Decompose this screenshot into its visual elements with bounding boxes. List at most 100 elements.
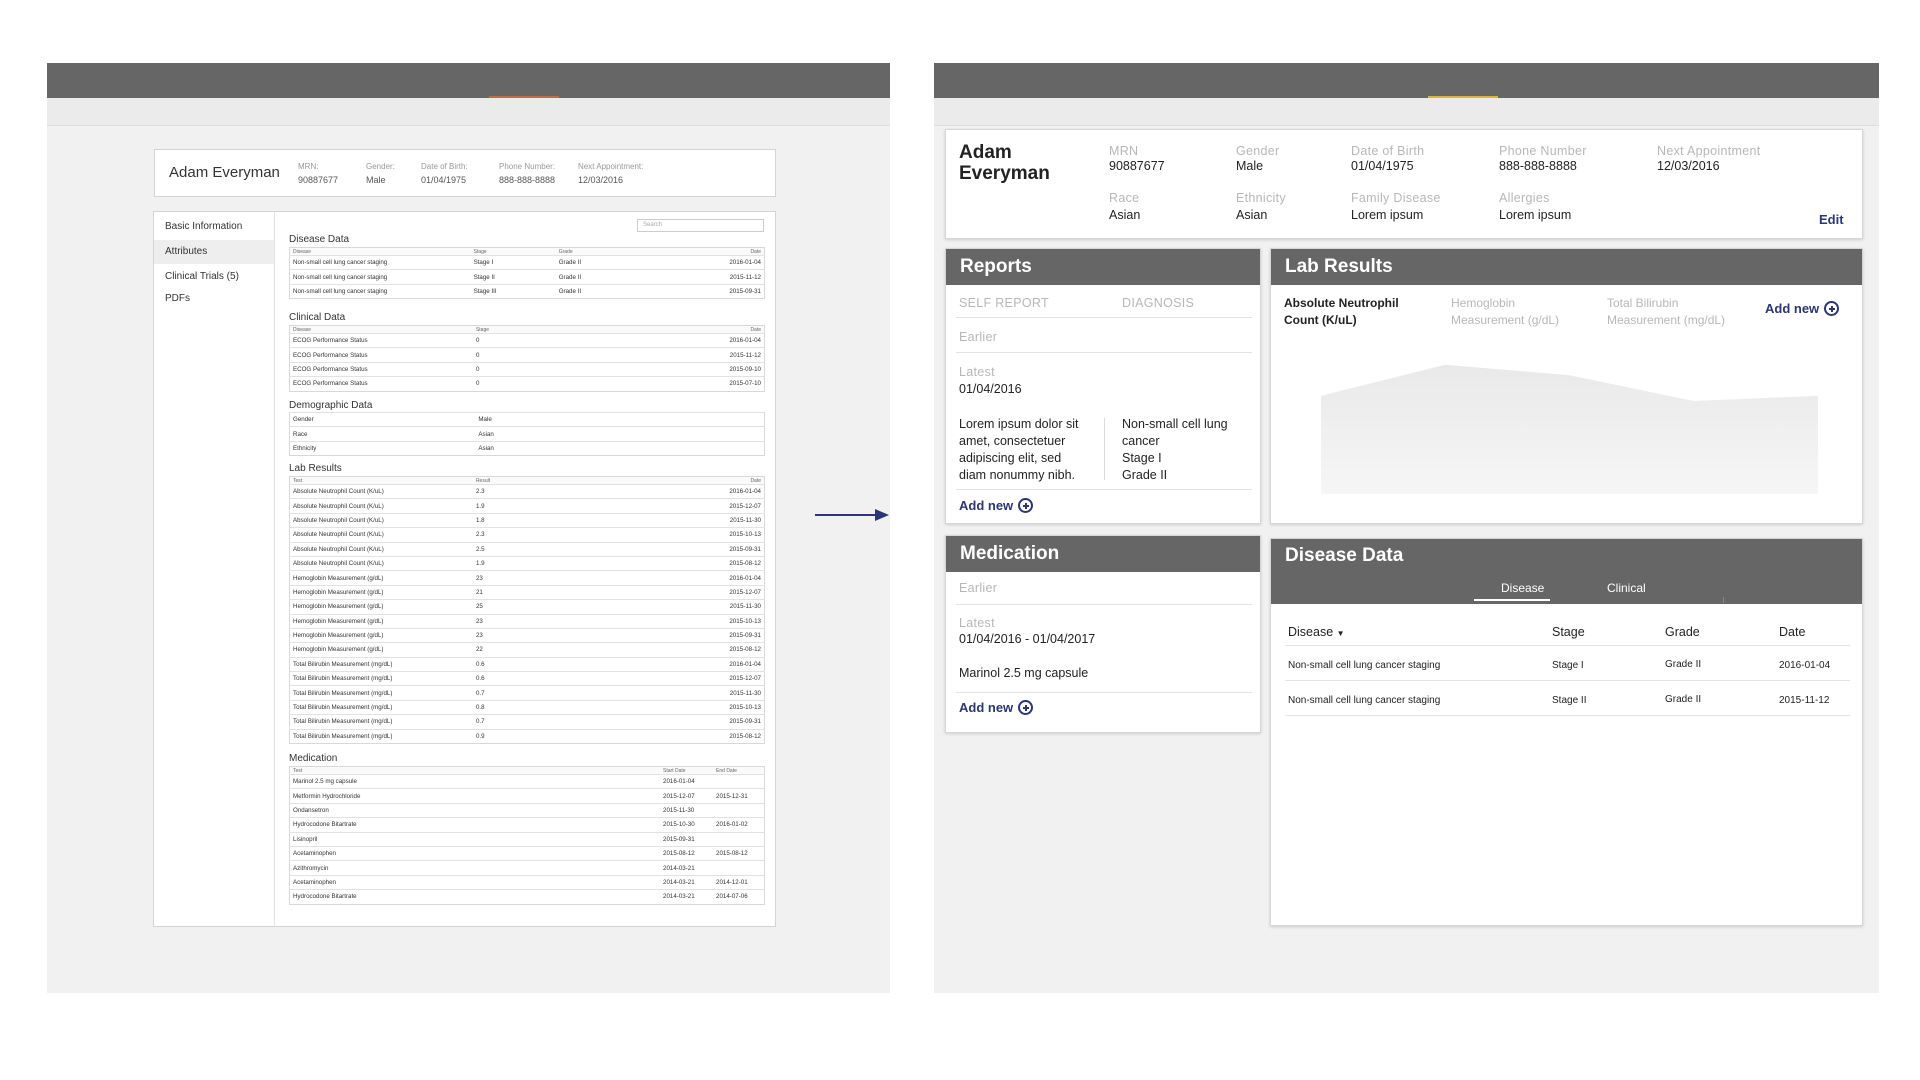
card-title: Disease Data <box>1285 545 1404 566</box>
table-header-row: Test Start Date End Date <box>289 766 765 775</box>
table-cell: 22 <box>472 642 649 658</box>
table-cell: 2015-10-30 <box>660 817 714 833</box>
card-title: Lab Results <box>1271 249 1862 285</box>
earlier-link[interactable]: Earlier <box>959 581 997 595</box>
column-header[interactable]: Start Date <box>660 766 714 775</box>
section-title: Medication <box>289 753 338 764</box>
column-header[interactable]: Stage <box>472 325 649 334</box>
column-header[interactable]: Stage <box>470 247 556 256</box>
sub-toolbar <box>47 98 890 126</box>
add-medication-button[interactable]: Add new <box>959 700 1034 715</box>
table-row: Hydrocodone Bitartrate 2014-03-21 2014-07-… <box>289 889 765 905</box>
table-cell: 2015-08-12 <box>713 845 765 861</box>
table-row: Absolute Neutrophil Count (K/uL) 2.3 2015-… <box>289 527 765 543</box>
table-cell: 23 <box>472 613 649 629</box>
plus-circle-icon <box>1018 498 1034 513</box>
column-header[interactable]: Disease <box>289 247 471 256</box>
table-cell: 2015-09-31 <box>648 627 765 643</box>
table-cell: Azithromycin <box>289 860 661 876</box>
tab-absolute-neutrophil-count[interactable]: Absolute Neutrophil Count (K/uL) <box>1284 295 1399 329</box>
add-lab-result-button[interactable]: Add new <box>1765 301 1840 316</box>
table-cell: 2015-09-31 <box>650 283 765 299</box>
edit-button[interactable]: Edit <box>1819 212 1844 227</box>
table-cell: Hydrocodone Bitartrate <box>289 817 661 833</box>
column-header[interactable]: Test <box>289 766 661 775</box>
table-cell: 2015-10-13 <box>648 699 765 715</box>
table-cell: Absolute Neutrophil Count (K/uL) <box>289 527 473 543</box>
self-report-text: Lorem ipsum dolor sit amet, consectetuer… <box>959 417 1079 482</box>
add-report-button[interactable]: Add new <box>959 498 1034 513</box>
tab-self-report[interactable]: SELF REPORT <box>959 296 1049 310</box>
table-cell: Grade II <box>555 254 651 270</box>
table-cell: 2015-09-10 <box>648 361 765 377</box>
demographic-data-table: Gender Male Race Asian Ethnicity Asian <box>289 411 765 457</box>
column-header-stage[interactable]: Stage <box>1552 625 1585 639</box>
table-row: Ethnicity Asian <box>289 440 765 456</box>
table-cell: 2014-12-01 <box>713 874 765 890</box>
table-row: Race Asian <box>289 426 765 442</box>
table-row: Hemoglobin Measurement (g/dL) 23 2015-10-1… <box>289 613 765 629</box>
table-cell: Gender <box>289 411 476 427</box>
column-header[interactable]: Date <box>648 476 765 485</box>
table-row: Hemoglobin Measurement (g/dL) 23 2016-01-0… <box>289 570 765 586</box>
lab-results-card: Lab Results Absolute Neutrophil Count (K/… <box>1270 248 1863 524</box>
table-cell: 2015-12-07 <box>648 498 765 514</box>
field-label: Race <box>1109 191 1140 205</box>
search-input[interactable]: Search <box>637 219 764 232</box>
table-row: Non-small cell lung cancer staging Stage … <box>289 283 765 299</box>
tab-clinical[interactable]: Clinical <box>1607 581 1646 595</box>
table-row: Total Bilirubin Measurement (mg/dL) 0.6 20… <box>289 656 765 672</box>
reports-card: Reports SELF REPORT DIAGNOSIS Earlier La… <box>945 248 1261 524</box>
nav-attributes[interactable]: Attributes <box>154 240 274 264</box>
column-header-disease[interactable]: Disease ▼ <box>1288 625 1345 639</box>
tab-disease[interactable]: Disease <box>1501 581 1544 595</box>
nav-clinical-trials[interactable]: Clinical Trials (5) <box>154 265 274 289</box>
disease-data-table: Disease Stage Grade Date Non-small cell lung… <box>289 247 765 300</box>
table-cell: Total Bilirubin Measurement (mg/dL) <box>289 685 473 701</box>
table-cell: 2015-10-13 <box>648 527 765 543</box>
column-header[interactable]: Result <box>472 476 649 485</box>
table-row: Ondansetron 2015-11-30 <box>289 802 765 818</box>
next-appointment-value: 12/03/2016 <box>1657 159 1720 173</box>
lab-trend-chart <box>1321 364 1818 494</box>
stage-cell: Stage II <box>1552 695 1587 706</box>
dob-field: Date of Birth: 01/04/1975 <box>421 162 468 185</box>
medication-name: Marinol 2.5 mg capsule <box>959 666 1089 680</box>
table-cell: Metformin Hydrochloride <box>289 788 661 804</box>
plus-circle-icon <box>1018 700 1034 715</box>
table-cell: Non-small cell lung cancer staging <box>289 254 471 270</box>
patient-header: Adam Everyman MRN: 90887677 Gender: Male D… <box>154 149 776 197</box>
table-row: Total Bilirubin Measurement (mg/dL) 0.6 20… <box>289 671 765 686</box>
column-header-grade[interactable]: Grade <box>1665 625 1700 639</box>
column-header-date[interactable]: Date <box>1779 625 1805 639</box>
table-cell: Marinol 2.5 mg capsule <box>289 773 661 789</box>
table-cell: Male <box>475 411 765 427</box>
table-header-row: Disease Stage Date <box>289 325 765 334</box>
nav-pdfs[interactable]: PDFs <box>154 287 274 311</box>
disease-cell: Non-small cell lung cancer staging <box>1288 660 1441 671</box>
tab-total-bilirubin[interactable]: Total Bilirubin Measurement (mg/dL) <box>1607 295 1725 329</box>
nav-basic-information[interactable]: Basic Information <box>154 215 274 239</box>
mrn-field: MRN: 90887677 <box>298 162 339 185</box>
table-row: Total Bilirubin Measurement (mg/dL) 0.8 20… <box>289 699 765 715</box>
column-header[interactable]: Grade <box>555 247 651 256</box>
column-header[interactable]: Date <box>648 325 765 334</box>
table-cell: Race <box>289 426 476 442</box>
table-cell: 0.8 <box>472 699 649 715</box>
column-header[interactable]: Test <box>289 476 473 485</box>
table-cell: 0.9 <box>472 728 649 744</box>
table-header-row: Test Result Date <box>289 476 765 485</box>
earlier-link[interactable]: Earlier <box>959 330 997 344</box>
table-cell: 2016-01-02 <box>713 817 765 833</box>
tab-diagnosis[interactable]: DIAGNOSIS <box>1122 296 1194 310</box>
column-header[interactable]: Date <box>650 247 765 256</box>
tab-hemoglobin[interactable]: Hemoglobin Measurement (g/dL) <box>1451 295 1559 329</box>
table-row: Hemoglobin Measurement (g/dL) 23 2015-09-3… <box>289 627 765 643</box>
sort-down-icon: ▼ <box>1336 629 1345 638</box>
table-cell: Ondansetron <box>289 802 661 818</box>
column-header[interactable]: End Date <box>713 766 765 775</box>
table-cell: 1.9 <box>472 555 649 571</box>
field-label: Phone Number <box>1499 144 1587 158</box>
column-header[interactable]: Disease <box>289 325 473 334</box>
table-row: Non-small cell lung cancer staging Stage … <box>289 269 765 285</box>
